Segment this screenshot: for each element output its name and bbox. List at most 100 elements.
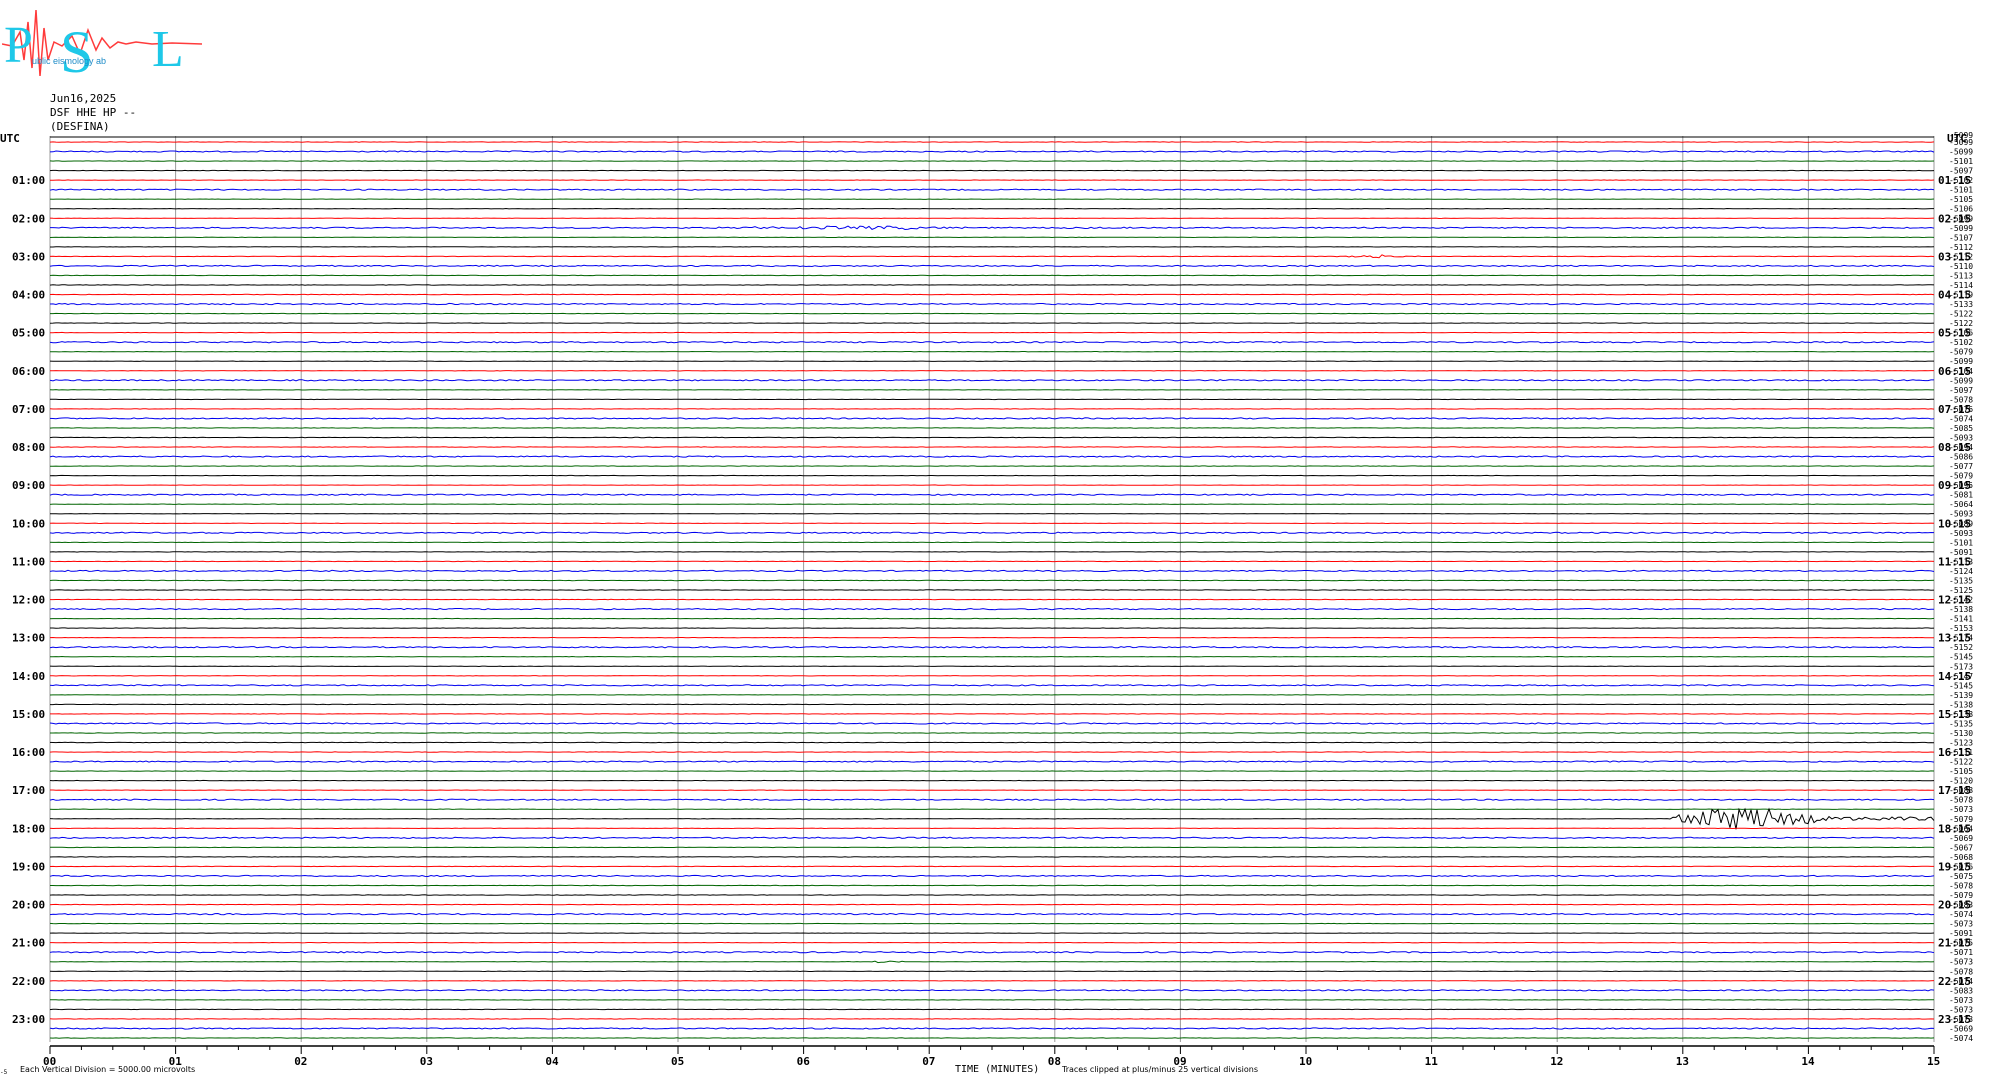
trace-offset-label: -5078 xyxy=(1949,881,1973,890)
trace-offset-label: -5105 xyxy=(1949,195,1973,204)
trace-line xyxy=(49,379,1934,382)
x-tick-label: 10 xyxy=(1299,1055,1312,1068)
hour-label-left: 01:00 xyxy=(12,174,45,187)
trace-offset-label: -5064 xyxy=(1949,500,1973,509)
trace-line xyxy=(49,569,1935,573)
x-tick-label: 07 xyxy=(922,1055,935,1068)
trace-offset-label: -5130 xyxy=(1949,729,1973,738)
x-tick-label: 06 xyxy=(797,1055,811,1068)
trace-offset-label: -5139 xyxy=(1949,691,1973,700)
trace-line xyxy=(50,225,1935,231)
trace-line xyxy=(49,493,1935,496)
hour-label-right: 05:15 xyxy=(1938,327,1971,340)
hour-label-left: 09:00 xyxy=(12,479,45,492)
trace-offset-label: -5135 xyxy=(1949,576,1973,585)
hour-label-left: 15:00 xyxy=(12,708,45,721)
hour-label-right: 11:15 xyxy=(1938,555,1971,568)
clip-note: Traces clipped at plus/minus 25 vertical… xyxy=(1061,1065,1258,1074)
trace-line xyxy=(49,455,1935,458)
x-tick-label: 13 xyxy=(1676,1055,1689,1068)
trace-line xyxy=(49,722,1935,725)
x-tick-label: 14 xyxy=(1801,1055,1815,1068)
hour-label-right: 20:15 xyxy=(1938,899,1971,912)
right-utc-label: UTC xyxy=(1947,132,1967,145)
hour-label-right: 09:15 xyxy=(1938,479,1971,492)
trace-line xyxy=(49,912,1935,916)
x-tick-label: 08 xyxy=(1048,1055,1061,1068)
hour-label-right: 18:15 xyxy=(1938,822,1971,835)
hour-label-left: 16:00 xyxy=(12,746,45,759)
hour-label-right: 12:15 xyxy=(1938,594,1971,607)
trace-offset-label: -5073 xyxy=(1949,958,1973,967)
trace-line xyxy=(49,760,1935,763)
trace-line xyxy=(49,1027,1935,1030)
hour-label-right: 16:15 xyxy=(1938,746,1971,759)
trace-offset-label: -5105 xyxy=(1949,767,1973,776)
hour-label-left: 23:00 xyxy=(12,1013,45,1026)
hour-label-right: 01:15 xyxy=(1938,174,1971,187)
x-tick-label: 03 xyxy=(420,1055,433,1068)
hour-label-left: 08:00 xyxy=(12,441,45,454)
hour-label-right: 02:15 xyxy=(1938,212,1971,225)
trace-line xyxy=(49,874,1935,878)
trace-offset-label: -5067 xyxy=(1949,843,1973,852)
hour-label-right: 17:15 xyxy=(1938,784,1971,797)
trace-line xyxy=(49,302,1935,306)
hour-label-right: 21:15 xyxy=(1938,937,1971,950)
hour-label-right: 19:15 xyxy=(1938,860,1971,873)
x-tick-label: 04 xyxy=(545,1055,559,1068)
trace-offset-label: -5099 xyxy=(1949,148,1973,157)
x-tick-label: 02 xyxy=(294,1055,307,1068)
trace-offset-label: -5141 xyxy=(1949,615,1973,624)
hour-label-left: 11:00 xyxy=(12,555,45,568)
trace-offset-label: -5079 xyxy=(1949,348,1973,357)
x-tick-label: 05 xyxy=(671,1055,684,1068)
trace-line xyxy=(49,684,1935,687)
trace-line xyxy=(49,188,1935,191)
hour-label-left: 06:00 xyxy=(12,365,45,378)
trace-offset-label: -5097 xyxy=(1949,386,1973,395)
hour-label-right: 06:15 xyxy=(1938,365,1971,378)
x-tick-label: 15 xyxy=(1927,1055,1940,1068)
left-utc-label: UTC xyxy=(0,132,20,145)
trace-offset-label: -5145 xyxy=(1949,653,1973,662)
hour-label-left: 03:00 xyxy=(12,250,45,263)
trace-line xyxy=(49,417,1935,420)
trace-offset-label: -5107 xyxy=(1949,233,1973,242)
hour-label-left: 14:00 xyxy=(12,670,45,683)
division-note: Each Vertical Division = 5000.00 microvo… xyxy=(20,1065,195,1074)
trace-line xyxy=(49,341,1935,344)
x-tick-label: 12 xyxy=(1550,1055,1563,1068)
trace-offset-label: -5073 xyxy=(1949,805,1973,814)
footer-small-mark: -5 xyxy=(0,1069,8,1076)
trace-line xyxy=(49,254,1935,259)
trace-offset-label: -5101 xyxy=(1949,538,1973,547)
trace-line xyxy=(49,607,1935,611)
helicorder-chart: -5099-5099-5101-5097-5102-5101-5105-5106… xyxy=(0,131,1973,1076)
x-tick-label: 11 xyxy=(1425,1055,1439,1068)
trace-line xyxy=(49,150,1935,153)
x-axis-label: TIME (MINUTES) xyxy=(955,1064,1039,1075)
hour-label-left: 18:00 xyxy=(12,822,45,835)
hour-label-left: 22:00 xyxy=(12,975,45,988)
trace-line xyxy=(49,989,1935,992)
hour-label-right: 07:15 xyxy=(1938,403,1971,416)
hour-label-left: 21:00 xyxy=(12,937,45,950)
hour-label-left: 10:00 xyxy=(12,517,45,530)
trace-offset-label: -5101 xyxy=(1949,157,1973,166)
hour-label-left: 05:00 xyxy=(12,327,45,340)
hour-label-left: 02:00 xyxy=(12,212,45,225)
hour-label-right: 22:15 xyxy=(1938,975,1971,988)
trace-offset-label: -5073 xyxy=(1949,996,1973,1005)
trace-line xyxy=(49,960,1935,964)
hour-label-left: 07:00 xyxy=(12,403,45,416)
hour-label-right: 08:15 xyxy=(1938,441,1971,454)
trace-line xyxy=(49,646,1935,649)
hour-label-right: 13:15 xyxy=(1938,632,1971,645)
hour-label-right: 04:15 xyxy=(1938,289,1971,302)
trace-line xyxy=(49,807,1935,830)
trace-offset-label: -5073 xyxy=(1949,920,1973,929)
hour-label-right: 14:15 xyxy=(1938,670,1971,683)
trace-offset-label: -5074 xyxy=(1949,1034,1973,1043)
trace-offset-label: -5085 xyxy=(1949,424,1973,433)
